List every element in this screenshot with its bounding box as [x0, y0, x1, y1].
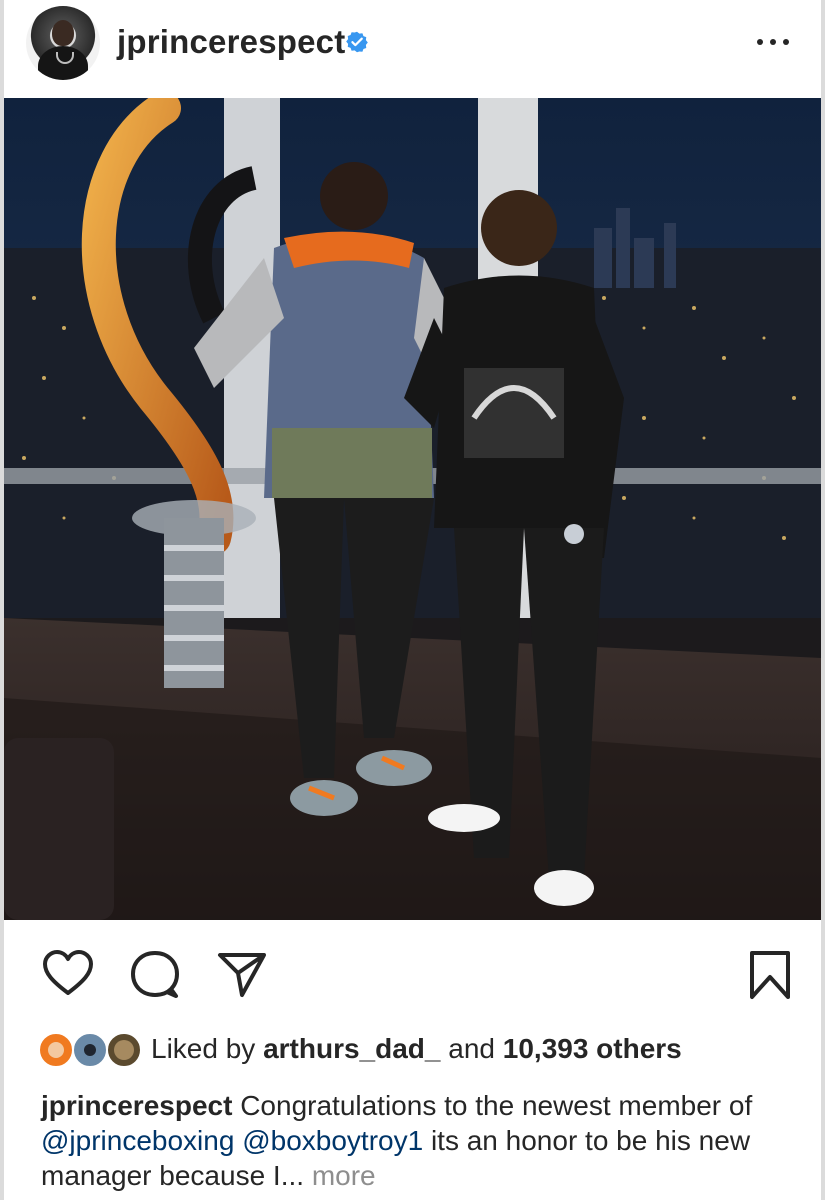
likes-count[interactable]: 10,393 others [503, 1033, 682, 1064]
likes-prefix: Liked by [151, 1033, 256, 1064]
bookmark-icon[interactable] [746, 949, 794, 1001]
more-dot [783, 39, 789, 45]
caption-more-link[interactable]: more [312, 1160, 376, 1191]
liker-username[interactable]: arthurs_dad_ [263, 1033, 440, 1064]
more-options-icon[interactable] [749, 20, 797, 60]
comment-icon[interactable] [129, 949, 181, 999]
liker-avatar[interactable] [106, 1032, 142, 1068]
post-header: jprincerespect [4, 0, 821, 98]
liker-avatar[interactable] [72, 1032, 108, 1068]
instagram-post: jprincerespect Liked by arthurs_dad_ and… [0, 0, 825, 1200]
caption-username[interactable]: jprincerespect [41, 1090, 232, 1121]
liker-avatar[interactable] [38, 1032, 74, 1068]
action-bar [4, 935, 821, 1015]
post-caption: jprincerespect Congratulations to the ne… [41, 1088, 781, 1193]
likes-row: Liked by arthurs_dad_ and 10,393 others [38, 1028, 798, 1072]
likes-summary: Liked by arthurs_dad_ and 10,393 others [151, 1033, 682, 1065]
photo-illustration [4, 98, 821, 920]
post-photo[interactable] [4, 98, 821, 920]
heart-icon[interactable] [42, 949, 94, 997]
avatar-face [52, 20, 74, 46]
more-dot [770, 39, 776, 45]
likes-connector: and [448, 1033, 495, 1064]
profile-avatar[interactable] [26, 6, 100, 80]
post-username[interactable]: jprincerespect [117, 23, 345, 61]
mention-jprinceboxing[interactable]: @jprinceboxing [41, 1125, 234, 1156]
mention-boxboytroy1[interactable]: @boxboytroy1 [242, 1125, 423, 1156]
more-dot [757, 39, 763, 45]
verified-badge-icon [346, 31, 368, 53]
caption-text: Congratulations to the newest member of [240, 1090, 753, 1121]
send-icon[interactable] [216, 949, 268, 999]
